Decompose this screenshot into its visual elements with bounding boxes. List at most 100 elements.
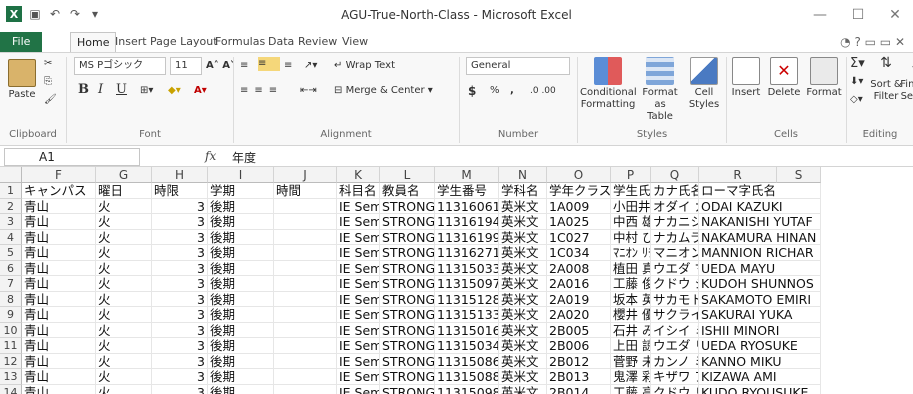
number-format-select[interactable]: General [466, 57, 570, 75]
cell-o7[interactable]: 2A016 [547, 276, 611, 292]
cell-l1[interactable]: 教員名 [380, 183, 435, 199]
cell-g1[interactable]: 曜日 [96, 183, 152, 199]
align-middle-icon[interactable]: ≡ [258, 57, 280, 71]
cell-j10[interactable] [274, 322, 337, 338]
cell-j2[interactable] [274, 198, 337, 214]
cell-g3[interactable]: 火 [96, 214, 152, 230]
cell-l7[interactable]: STRONG [380, 276, 435, 292]
cell-o1[interactable]: 学年クラス [547, 183, 611, 199]
cell-n12[interactable]: 英米文 [499, 353, 547, 369]
cell-q13[interactable]: キザワ ア [651, 369, 699, 385]
cell-j12[interactable] [274, 353, 337, 369]
italic-button[interactable]: I [98, 83, 103, 97]
cell-n1[interactable]: 学科名 [499, 183, 547, 199]
cell-p13[interactable]: 鬼澤 彩美 [611, 369, 651, 385]
cell-p12[interactable]: 菅野 未来 [611, 353, 651, 369]
cell-r9[interactable]: SAKURAI YUKA [699, 307, 792, 323]
wrap-text-button[interactable]: ↵ Wrap Text [334, 59, 395, 73]
cell-r1[interactable]: ローマ字氏名 [699, 183, 777, 199]
cell-p5[interactable]: ﾏﾆｵﾝ ﾘﾁｬ [611, 245, 651, 261]
column-header-f[interactable]: F [22, 167, 96, 183]
cell-k4[interactable]: IE Semir [337, 229, 380, 245]
cell-o3[interactable]: 1A025 [547, 214, 611, 230]
sort-filter-button[interactable]: ⇅ Sort & Filter [870, 56, 902, 103]
cell-f7[interactable]: 青山 [22, 276, 96, 292]
column-header-o[interactable]: O [547, 167, 611, 183]
cell-m2[interactable]: 11316061 [435, 198, 499, 214]
column-header-h[interactable]: H [152, 167, 208, 183]
percent-button[interactable]: % [490, 84, 500, 98]
cell-o11[interactable]: 2B006 [547, 338, 611, 354]
cell-g12[interactable]: 火 [96, 353, 152, 369]
cell-f3[interactable]: 青山 [22, 214, 96, 230]
row-header[interactable]: 14 [0, 384, 22, 394]
cell-j8[interactable] [274, 291, 337, 307]
cell-s5[interactable] [777, 245, 821, 261]
worksheet-grid[interactable]: F G H I J K L M N O P Q R S 1 キャンパス 曜日 時限 学期 時間 科目名 教員名 学生番号 学科… [0, 167, 913, 394]
cell-h9[interactable]: 3 [152, 307, 208, 323]
name-box[interactable]: A1 [4, 148, 140, 166]
cell-n13[interactable]: 英米文 [499, 369, 547, 385]
align-bottom-icon[interactable]: ≡ [284, 59, 292, 73]
cell-r14[interactable]: KUDO RYOUSUKE [699, 385, 808, 394]
cell-l11[interactable]: STRONG [380, 338, 435, 354]
cell-r11[interactable]: UEDA RYOSUKE [699, 338, 798, 354]
cell-f12[interactable]: 青山 [22, 353, 96, 369]
cell-g14[interactable]: 火 [96, 384, 152, 394]
cell-m6[interactable]: 11315033 [435, 260, 499, 276]
cell-k1[interactable]: 科目名 [337, 183, 380, 199]
cell-g8[interactable]: 火 [96, 291, 152, 307]
cell-r2[interactable]: ODAI KAZUKI [699, 199, 783, 214]
comma-button[interactable]: , [510, 84, 514, 98]
align-top-icon[interactable]: ≡ [240, 59, 250, 73]
cell-p2[interactable]: 小田井 和 [611, 198, 651, 214]
cell-s6[interactable] [777, 260, 821, 276]
cell-q11[interactable]: ウエダ リョ [651, 338, 699, 354]
cell-j7[interactable] [274, 276, 337, 292]
cell-g9[interactable]: 火 [96, 307, 152, 323]
cell-q14[interactable]: クドウ リョ [651, 384, 699, 394]
cell-s4[interactable] [777, 229, 821, 245]
cell-i7[interactable]: 後期 [208, 276, 274, 292]
cell-f13[interactable]: 青山 [22, 369, 96, 385]
cell-i8[interactable]: 後期 [208, 291, 274, 307]
cell-p3[interactable]: 中西 雄太 [611, 214, 651, 230]
cell-k6[interactable]: IE Semir [337, 260, 380, 276]
tab-view[interactable]: View [342, 32, 368, 52]
fill-icon[interactable]: ⬇▾ [850, 75, 863, 89]
cell-f11[interactable]: 青山 [22, 338, 96, 354]
cell-f6[interactable]: 青山 [22, 260, 96, 276]
cell-m7[interactable]: 11315097 [435, 276, 499, 292]
cell-o5[interactable]: 1C034 [547, 245, 611, 261]
cell-l2[interactable]: STRONG [380, 198, 435, 214]
cell-j11[interactable] [274, 338, 337, 354]
cell-q3[interactable]: ナカニシ ユ [651, 214, 699, 230]
cell-i5[interactable]: 後期 [208, 245, 274, 261]
cell-p14[interactable]: 工藤 亮佑 [611, 384, 651, 394]
underline-button[interactable]: U [116, 83, 127, 97]
column-header-p[interactable]: P [611, 167, 651, 183]
cell-s1[interactable] [777, 183, 821, 199]
column-header-m[interactable]: M [435, 167, 499, 183]
cell-g2[interactable]: 火 [96, 198, 152, 214]
tab-insert[interactable]: Insert [115, 32, 147, 52]
cell-j1[interactable]: 時間 [274, 183, 337, 199]
orientation-icon[interactable]: ↗▾ [304, 59, 317, 73]
insert-cells-button[interactable]: Insert [728, 57, 764, 99]
cell-k10[interactable]: IE Semir [337, 322, 380, 338]
column-header-s[interactable]: S [777, 167, 821, 183]
cell-r8[interactable]: SAKAMOTO EMIRI [699, 292, 811, 307]
cell-i13[interactable]: 後期 [208, 369, 274, 385]
cell-h10[interactable]: 3 [152, 322, 208, 338]
cell-n6[interactable]: 英米文 [499, 260, 547, 276]
cell-r10[interactable]: ISHII MINORI [699, 323, 779, 338]
cell-q10[interactable]: イシイ ミノ [651, 322, 699, 338]
cell-k7[interactable]: IE Semir [337, 276, 380, 292]
tab-home[interactable]: Home [70, 32, 117, 52]
borders-icon[interactable]: ⊞▾ [140, 84, 153, 98]
cell-h12[interactable]: 3 [152, 353, 208, 369]
cell-h7[interactable]: 3 [152, 276, 208, 292]
decimal-buttons[interactable]: .0 .00 [530, 84, 556, 98]
cell-l10[interactable]: STRONG [380, 322, 435, 338]
cell-g7[interactable]: 火 [96, 276, 152, 292]
